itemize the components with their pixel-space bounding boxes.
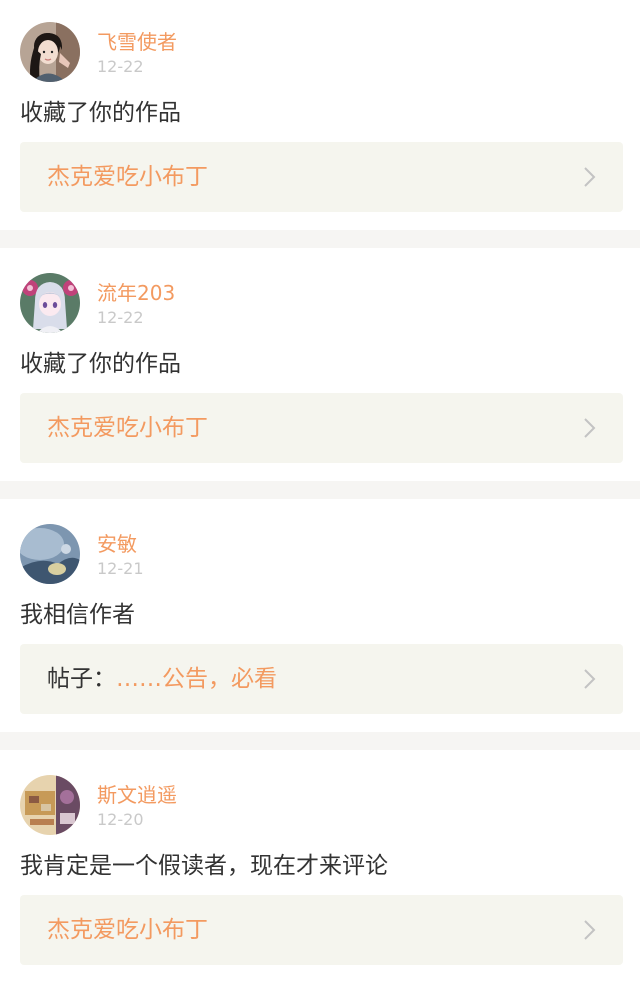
post-title: ……公告，必看 <box>116 666 277 692</box>
notification-message: 我肯定是一个假读者，现在才来评论 <box>20 853 388 879</box>
notification-item[interactable]: 斯文逍遥 12-20 我肯定是一个假读者，现在才来评论 杰克爱吃小布丁 <box>0 753 640 983</box>
timestamp: 12-21 <box>97 559 144 578</box>
work-link-card[interactable]: 杰克爱吃小布丁 <box>20 895 623 965</box>
work-title: 杰克爱吃小布丁 <box>47 917 208 943</box>
notification-message: 收藏了你的作品 <box>20 100 181 126</box>
chevron-right-icon <box>583 668 597 690</box>
work-title: 杰克爱吃小布丁 <box>47 164 208 190</box>
username[interactable]: 飞雪使者 <box>97 30 177 54</box>
link-prefix: 帖子： <box>47 666 116 692</box>
link-text: 杰克爱吃小布丁 <box>47 413 208 443</box>
timestamp: 12-22 <box>97 308 144 327</box>
chevron-right-icon <box>583 166 597 188</box>
timestamp: 12-20 <box>97 810 144 829</box>
link-text: 帖子：……公告，必看 <box>47 664 277 694</box>
work-link-card[interactable]: 杰克爱吃小布丁 <box>20 142 623 212</box>
work-link-card[interactable]: 杰克爱吃小布丁 <box>20 393 623 463</box>
chevron-right-icon <box>583 919 597 941</box>
separator <box>0 732 640 750</box>
separator <box>0 481 640 499</box>
link-text: 杰克爱吃小布丁 <box>47 915 208 945</box>
user-avatar[interactable] <box>20 273 80 333</box>
work-title: 杰克爱吃小布丁 <box>47 415 208 441</box>
notification-item[interactable]: 流年203 12-22 收藏了你的作品 杰克爱吃小布丁 <box>0 251 640 481</box>
link-text: 杰克爱吃小布丁 <box>47 162 208 192</box>
chevron-right-icon <box>583 417 597 439</box>
notification-feed: 飞雪使者 12-22 收藏了你的作品 杰克爱吃小布丁 流年203 12-22 收… <box>0 0 640 983</box>
notification-item[interactable]: 飞雪使者 12-22 收藏了你的作品 杰克爱吃小布丁 <box>0 0 640 230</box>
user-avatar[interactable] <box>20 22 80 82</box>
username[interactable]: 斯文逍遥 <box>97 783 177 807</box>
user-avatar[interactable] <box>20 775 80 835</box>
separator <box>0 230 640 248</box>
notification-message: 收藏了你的作品 <box>20 351 181 377</box>
post-link-card[interactable]: 帖子：……公告，必看 <box>20 644 623 714</box>
notification-message: 我相信作者 <box>20 602 135 628</box>
username[interactable]: 流年203 <box>97 281 175 305</box>
notification-item[interactable]: 安敏 12-21 我相信作者 帖子：……公告，必看 <box>0 502 640 732</box>
user-avatar[interactable] <box>20 524 80 584</box>
username[interactable]: 安敏 <box>97 532 137 556</box>
timestamp: 12-22 <box>97 57 144 76</box>
